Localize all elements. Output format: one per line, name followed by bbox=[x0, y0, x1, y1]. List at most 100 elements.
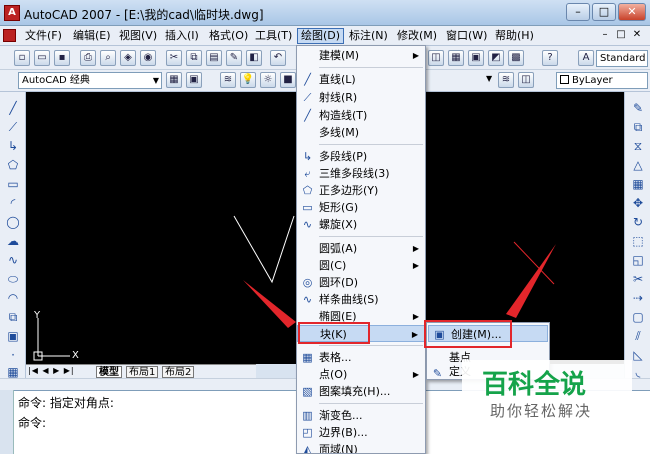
text-style-icon[interactable]: A bbox=[578, 50, 594, 66]
chamfer-tool-icon[interactable]: ◺ bbox=[630, 347, 646, 363]
menu-format[interactable]: 格式(O) bbox=[206, 28, 251, 44]
copy-tool-icon[interactable]: ⧉ bbox=[630, 119, 646, 135]
menu-item-ray[interactable]: ⟋ 射线(R) bbox=[297, 89, 425, 106]
menu-insert[interactable]: 插入(I) bbox=[162, 28, 202, 44]
revcloud-tool-icon[interactable]: ☁ bbox=[5, 233, 21, 249]
menu-modify[interactable]: 修改(M) bbox=[394, 28, 440, 44]
document-icon[interactable] bbox=[3, 29, 16, 42]
print-icon[interactable]: ⎙ bbox=[80, 50, 96, 66]
tab-nav-arrows-icon[interactable]: |◀ ◀ ▶ ▶| bbox=[28, 366, 75, 375]
undo-icon[interactable]: ↶ bbox=[270, 50, 286, 66]
paste-icon[interactable]: ▤ bbox=[206, 50, 222, 66]
stretch-tool-icon[interactable]: ◱ bbox=[630, 252, 646, 268]
menu-item-table[interactable]: ▦ 表格... bbox=[297, 349, 425, 366]
menu-item-boundary[interactable]: ◰ 边界(B)... bbox=[297, 424, 425, 441]
open-icon[interactable]: ▭ bbox=[34, 50, 50, 66]
menu-item-helix[interactable]: ∿ 螺旋(X) bbox=[297, 216, 425, 233]
menu-item-arc[interactable]: 圆弧(A) ▶ bbox=[297, 240, 425, 257]
menu-draw[interactable]: 绘图(D) bbox=[297, 28, 345, 44]
doc-minimize-button[interactable]: – bbox=[598, 29, 612, 43]
menu-item-rectangle[interactable]: ▭ 矩形(G) bbox=[297, 199, 425, 216]
tab-layout2[interactable]: 布局2 bbox=[162, 366, 195, 378]
array-tool-icon[interactable]: ▦ bbox=[630, 176, 646, 192]
command-window-grip[interactable] bbox=[0, 390, 14, 454]
menu-item-spline[interactable]: ∿ 样条曲线(S) bbox=[297, 291, 425, 308]
layer-color-icon[interactable]: ■ bbox=[280, 72, 296, 88]
layer-previous-icon[interactable]: ◫ bbox=[518, 72, 534, 88]
block-editor-icon[interactable]: ◧ bbox=[246, 50, 262, 66]
point-tool-icon[interactable]: · bbox=[5, 347, 21, 363]
circle-tool-icon[interactable]: ◯ bbox=[5, 214, 21, 230]
line-tool-icon[interactable]: ╱ bbox=[5, 100, 21, 116]
mirror-tool-icon[interactable]: ⧖ bbox=[630, 138, 646, 154]
make-block-tool-icon[interactable]: ▣ bbox=[5, 328, 21, 344]
tab-layout1[interactable]: 布局1 bbox=[126, 366, 159, 378]
spline-tool-icon[interactable]: ∿ bbox=[5, 252, 21, 268]
text-style-select[interactable]: Standard bbox=[596, 50, 648, 67]
minimize-button[interactable]: – bbox=[566, 3, 590, 21]
join-tool-icon[interactable]: ⫽ bbox=[630, 328, 646, 344]
tab-model[interactable]: 模型 bbox=[96, 366, 122, 378]
scale-tool-icon[interactable]: ⬚ bbox=[630, 233, 646, 249]
break-tool-icon[interactable]: ▢ bbox=[630, 309, 646, 325]
triangle-shape[interactable] bbox=[233, 215, 295, 284]
xline-tool-icon[interactable]: ⟋ bbox=[5, 119, 21, 135]
workspace-save-icon[interactable]: ▣ bbox=[186, 72, 202, 88]
erase-tool-icon[interactable]: ✎ bbox=[630, 100, 646, 116]
publish-icon[interactable]: ◈ bbox=[120, 50, 136, 66]
menu-item-donut[interactable]: ◎ 圆环(D) bbox=[297, 274, 425, 291]
menu-item-polyline[interactable]: ↳ 多段线(P) bbox=[297, 148, 425, 165]
menu-item-point[interactable]: 点(O) ▶ bbox=[297, 366, 425, 383]
designcenter-icon[interactable]: ◫ bbox=[428, 50, 444, 66]
polyline-tool-icon[interactable]: ↳ bbox=[5, 138, 21, 154]
doc-close-button[interactable]: ✕ bbox=[630, 29, 644, 43]
trim-tool-icon[interactable]: ✂ bbox=[630, 271, 646, 287]
menu-tools[interactable]: 工具(T) bbox=[252, 28, 295, 44]
sheet-set-icon[interactable]: ▣ bbox=[468, 50, 484, 66]
menu-dimension[interactable]: 标注(N) bbox=[346, 28, 391, 44]
command-prompt[interactable]: 命令: bbox=[18, 414, 46, 431]
menu-item-line[interactable]: ╱ 直线(L) bbox=[297, 71, 425, 88]
menu-window[interactable]: 窗口(W) bbox=[443, 28, 490, 44]
linetype-select[interactable]: ByLayer bbox=[556, 72, 648, 89]
help-icon[interactable]: ? bbox=[542, 50, 558, 66]
workspace-select[interactable]: AutoCAD 经典 ▼ bbox=[18, 72, 162, 89]
menu-item-modeling[interactable]: 建模(M) ▶ bbox=[297, 47, 425, 64]
menu-item-3dpolyline[interactable]: ⤶ 三维多段线(3) bbox=[297, 165, 425, 182]
menu-item-polygon[interactable]: ⬠ 正多边形(Y) bbox=[297, 182, 425, 199]
menu-item-xline[interactable]: ╱ 构造线(T) bbox=[297, 107, 425, 124]
make-current-icon[interactable]: ≋ bbox=[498, 72, 514, 88]
workspace-settings-icon[interactable]: ▦ bbox=[166, 72, 182, 88]
copy-icon[interactable]: ⧉ bbox=[186, 50, 202, 66]
menu-item-hatch[interactable]: ▧ 图案填充(H)... bbox=[297, 383, 425, 400]
polygon-tool-icon[interactable]: ⬠ bbox=[5, 157, 21, 173]
menu-item-gradient[interactable]: ▥ 渐变色... bbox=[297, 407, 425, 424]
menu-edit[interactable]: 编辑(E) bbox=[70, 28, 114, 44]
rotate-tool-icon[interactable]: ↻ bbox=[630, 214, 646, 230]
menu-item-circle[interactable]: 圆(C) ▶ bbox=[297, 257, 425, 274]
rectangle-tool-icon[interactable]: ▭ bbox=[5, 176, 21, 192]
layer-manager-icon[interactable]: ≋ bbox=[220, 72, 236, 88]
move-tool-icon[interactable]: ✥ bbox=[630, 195, 646, 211]
menu-item-region[interactable]: ◭ 面域(N) bbox=[297, 441, 425, 453]
new-icon[interactable]: ▫ bbox=[14, 50, 30, 66]
menu-item-mline[interactable]: 多线(M) bbox=[297, 124, 425, 141]
menu-view[interactable]: 视图(V) bbox=[116, 28, 160, 44]
preview-icon[interactable]: ⌕ bbox=[100, 50, 116, 66]
chevron-down-icon[interactable]: ▼ bbox=[486, 74, 492, 83]
calculator-icon[interactable]: ▩ bbox=[508, 50, 524, 66]
3d-dwf-icon[interactable]: ◉ bbox=[140, 50, 156, 66]
layer-freeze-icon[interactable]: ☼ bbox=[260, 72, 276, 88]
insert-block-tool-icon[interactable]: ⧉ bbox=[5, 309, 21, 325]
extend-tool-icon[interactable]: ⇢ bbox=[630, 290, 646, 306]
doc-restore-button[interactable]: □ bbox=[614, 29, 628, 43]
save-icon[interactable]: ▪ bbox=[54, 50, 70, 66]
arc-tool-icon[interactable]: ◜ bbox=[5, 195, 21, 211]
offset-tool-icon[interactable]: △ bbox=[630, 157, 646, 173]
close-button[interactable]: ✕ bbox=[618, 3, 646, 21]
menu-file[interactable]: 文件(F) bbox=[22, 28, 65, 44]
maximize-button[interactable]: □ bbox=[592, 3, 616, 21]
ellipse-arc-tool-icon[interactable]: ◠ bbox=[5, 290, 21, 306]
layer-state-icon[interactable]: 💡 bbox=[240, 72, 256, 88]
ellipse-tool-icon[interactable]: ⬭ bbox=[5, 271, 21, 287]
